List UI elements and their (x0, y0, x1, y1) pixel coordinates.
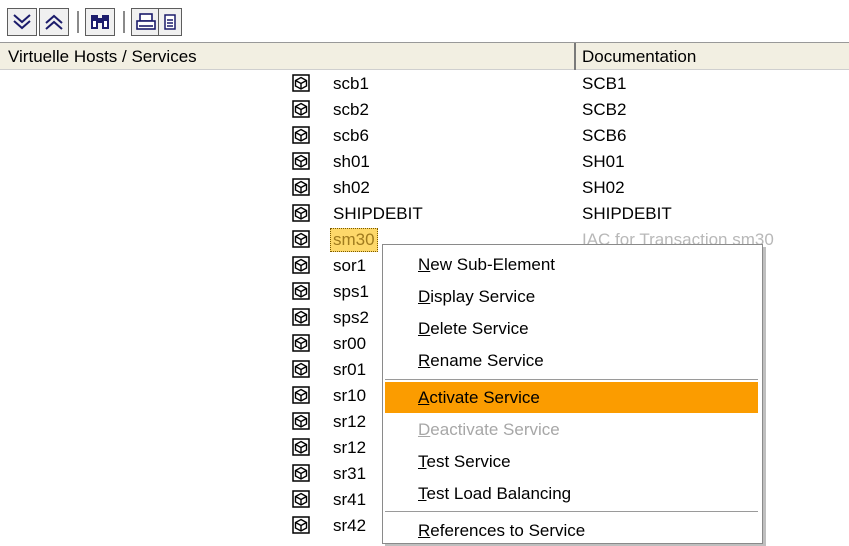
menu-item-mnemonic: A (418, 388, 430, 407)
service-icon (292, 412, 310, 430)
menu-item-mnemonic: D (418, 420, 431, 439)
menu-separator (385, 511, 758, 512)
service-icon (292, 178, 310, 196)
print-button[interactable] (131, 8, 161, 36)
service-icon (292, 386, 310, 404)
column-divider[interactable] (574, 43, 576, 70)
menu-item-mnemonic: D (418, 287, 431, 306)
collapse-all-button[interactable] (39, 8, 69, 36)
menu-item-mnemonic: T (418, 452, 427, 471)
service-name[interactable]: sr01 (333, 357, 366, 383)
service-name[interactable]: sr42 (333, 513, 366, 539)
details-button[interactable] (158, 8, 182, 36)
menu-item-mnemonic: T (418, 484, 427, 503)
service-name[interactable]: sr00 (333, 331, 366, 357)
header-documentation[interactable]: Documentation (578, 43, 696, 70)
menu-item-label: eactivate Service (430, 420, 560, 439)
menu-separator (385, 379, 758, 380)
menu-item-deactivate-service: Deactivate Service (385, 414, 758, 445)
service-icon (292, 100, 310, 118)
menu-item-label: est Load Balancing (426, 484, 572, 503)
service-icon (292, 308, 310, 326)
table-row[interactable]: scb6 SCB6 (0, 123, 849, 149)
toolbar (0, 0, 849, 42)
menu-item-label: est Service (426, 452, 511, 471)
menu-item-label: isplay Service (430, 287, 536, 306)
service-icon (292, 360, 310, 378)
expand-all-icon (13, 14, 31, 30)
menu-item-mnemonic: R (418, 521, 431, 540)
service-documentation: SH02 (582, 178, 625, 197)
service-name[interactable]: sh01 (333, 149, 370, 175)
menu-item-label: ename Service (430, 351, 544, 370)
service-icon (292, 334, 310, 352)
service-icon (292, 516, 310, 534)
service-icon (292, 126, 310, 144)
menu-item-label: ew Sub-Element (430, 255, 556, 274)
menu-item-mnemonic: D (418, 319, 431, 338)
service-name[interactable]: sm30 (330, 228, 378, 252)
expand-all-button[interactable] (7, 8, 37, 36)
service-documentation: SCB2 (582, 100, 627, 119)
service-name[interactable]: scb1 (333, 71, 369, 97)
service-name[interactable]: sor1 (333, 253, 366, 279)
menu-item-display-service[interactable]: Display Service (385, 281, 758, 312)
service-icon (292, 464, 310, 482)
menu-item-activate-service[interactable]: Activate Service (385, 382, 758, 413)
service-name[interactable]: SHIPDEBIT (333, 201, 423, 227)
service-name[interactable]: sr41 (333, 487, 366, 513)
table-row[interactable]: sh02 SH02 (0, 175, 849, 201)
service-icon (292, 490, 310, 508)
service-name[interactable]: sps1 (333, 279, 369, 305)
service-name[interactable]: sr12 (333, 409, 366, 435)
menu-item-label: elete Service (430, 319, 529, 338)
service-icon (292, 152, 310, 170)
service-name[interactable]: sps2 (333, 305, 369, 331)
menu-item-mnemonic: N (418, 255, 431, 274)
service-documentation: SH01 (582, 152, 625, 171)
menu-item-label: eferences to Service (430, 521, 586, 540)
menu-item-references-to-service[interactable]: References to Service (385, 515, 758, 546)
service-name[interactable]: sr12 (333, 435, 366, 461)
service-name[interactable]: sr31 (333, 461, 366, 487)
printer-icon (136, 13, 156, 30)
service-documentation: SHIPDEBIT (582, 204, 672, 223)
menu-item-mnemonic: R (418, 351, 431, 370)
column-header: Virtuelle Hosts / Services Documentation (0, 42, 849, 70)
service-icon (292, 282, 310, 300)
context-menu: New Sub-Element Display Service Delete Ser… (382, 244, 763, 544)
table-row[interactable]: sh01 SH01 (0, 149, 849, 175)
service-icon (292, 204, 310, 222)
header-hosts-services[interactable]: Virtuelle Hosts / Services (4, 43, 197, 70)
service-name[interactable]: sr10 (333, 383, 366, 409)
menu-item-label: ctivate Service (429, 388, 540, 407)
service-name[interactable]: scb2 (333, 97, 369, 123)
toolbar-separator (77, 11, 79, 33)
service-icon (292, 74, 310, 92)
service-documentation: SCB1 (582, 74, 627, 93)
menu-item-delete-service[interactable]: Delete Service (385, 313, 758, 344)
collapse-all-icon (45, 14, 63, 30)
service-icon (292, 256, 310, 274)
service-documentation: SCB6 (582, 126, 627, 145)
service-name[interactable]: scb6 (333, 123, 369, 149)
find-button[interactable] (85, 8, 115, 36)
service-icon (292, 438, 310, 456)
document-icon (164, 14, 176, 30)
binoculars-icon (91, 15, 109, 29)
menu-item-test-load-balancing[interactable]: Test Load Balancing (385, 478, 758, 509)
table-row[interactable]: scb1 SCB1 (0, 71, 849, 97)
menu-item-rename-service[interactable]: Rename Service (385, 345, 758, 376)
table-row[interactable]: scb2 SCB2 (0, 97, 849, 123)
service-icon (292, 230, 310, 248)
menu-item-test-service[interactable]: Test Service (385, 446, 758, 477)
toolbar-separator (123, 11, 125, 33)
table-row[interactable]: SHIPDEBIT SHIPDEBIT (0, 201, 849, 227)
menu-item-new-sub-element[interactable]: New Sub-Element (385, 249, 758, 280)
service-name[interactable]: sh02 (333, 175, 370, 201)
